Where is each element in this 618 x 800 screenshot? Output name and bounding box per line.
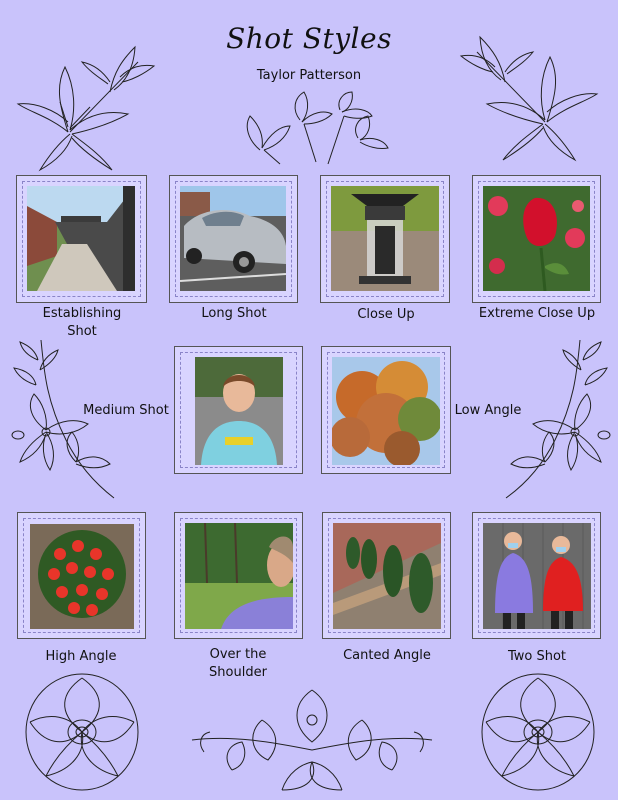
rose-photo (483, 186, 590, 291)
shoulder-photo (185, 523, 293, 629)
two-people-photo (483, 523, 591, 629)
lily-top-right-icon (459, 35, 599, 162)
photo-frame-medium-shot (174, 346, 303, 474)
photo-frame-canted-angle (322, 512, 451, 639)
label-two-shot: Two Shot (507, 649, 567, 664)
photo-frame-high-angle (17, 512, 146, 639)
label-high-angle: High Angle (45, 649, 117, 664)
shrubs-photo (333, 523, 441, 629)
photo-frame-long-shot (169, 175, 298, 303)
flower-bush-photo (30, 524, 134, 629)
label-establishing-shot: Establishing Shot (42, 306, 122, 339)
label-over-the-shoulder: Over the Shoulder (209, 647, 267, 680)
car-photo (180, 186, 286, 291)
rose-bottom-right-icon (481, 673, 595, 791)
label-extreme-close-up: Extreme Close Up (478, 306, 596, 321)
magnolia-top-center-icon (246, 91, 389, 165)
rose-bottom-left-icon (25, 673, 139, 791)
label-canted-angle: Canted Angle (343, 648, 431, 663)
portrait-photo (195, 357, 283, 465)
tree-photo (332, 357, 440, 465)
photo-frame-close-up (320, 175, 450, 303)
photo-frame-establishing-shot (16, 175, 147, 303)
hallway-photo (27, 186, 135, 291)
lily-top-left-icon (16, 45, 156, 172)
label-close-up: Close Up (357, 307, 415, 322)
photo-frame-low-angle (321, 346, 451, 474)
photo-frame-extreme-close-up (472, 175, 601, 303)
label-long-shot: Long Shot (201, 306, 267, 321)
photo-frame-two-shot (472, 512, 601, 639)
floral-right-icon (505, 339, 611, 499)
label-low-angle: Low Angle (454, 403, 522, 418)
photo-frame-over-the-shoulder (174, 512, 303, 639)
floral-bottom-center-icon (191, 689, 433, 791)
floral-left-icon (11, 339, 115, 499)
label-medium-shot: Medium Shot (83, 403, 169, 418)
bird-feeder-photo (331, 186, 439, 291)
